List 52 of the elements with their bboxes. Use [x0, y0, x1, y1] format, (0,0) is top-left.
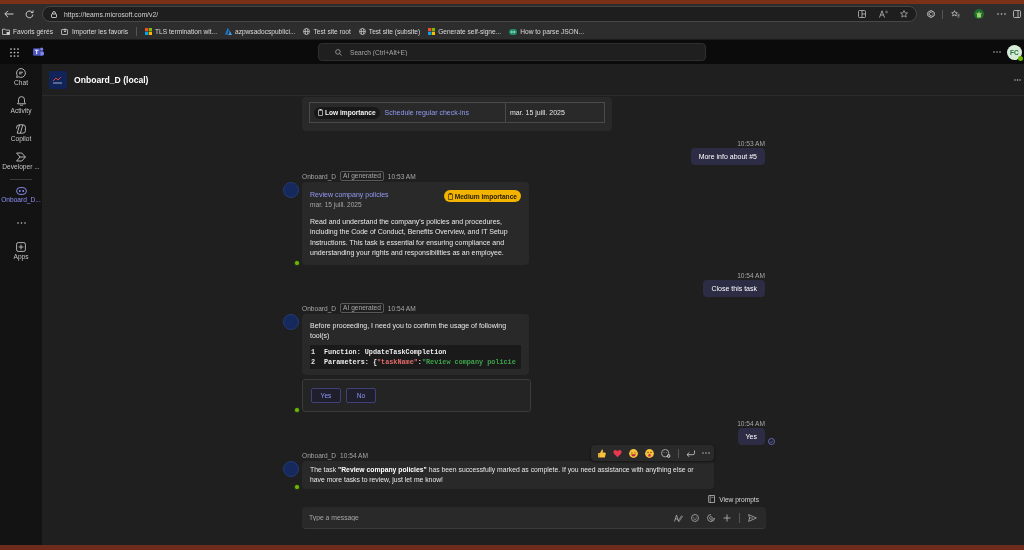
- bot-avatar: [282, 182, 299, 198]
- sticker-icon[interactable]: [707, 513, 715, 522]
- plus-icon[interactable]: [723, 513, 731, 522]
- send-icon[interactable]: [748, 513, 757, 522]
- profile-icon[interactable]: [974, 9, 984, 19]
- clipboard-icon: [318, 109, 323, 116]
- people-logo-icon[interactable]: [33, 47, 44, 57]
- favorites-icon[interactable]: [951, 10, 960, 18]
- folder-icon: [2, 28, 10, 35]
- book-icon: [708, 495, 716, 504]
- add-reaction-icon[interactable]: [661, 448, 671, 458]
- presence-dot-icon: [293, 484, 300, 491]
- plus-square-icon: [16, 242, 26, 252]
- swirl-icon: [16, 124, 26, 134]
- chat-title: Onboard_D (local): [74, 74, 150, 85]
- bot-face-icon: [15, 187, 27, 195]
- presence-dot-icon: [293, 407, 300, 414]
- emoji-icon[interactable]: [691, 513, 699, 522]
- eye-icon: [509, 28, 518, 35]
- chevron-icon: [16, 152, 26, 162]
- split-screen-icon[interactable]: [858, 10, 866, 18]
- star-icon[interactable]: [900, 10, 908, 18]
- surprised-face-icon[interactable]: [645, 448, 654, 458]
- app-grid-icon[interactable]: [10, 47, 19, 57]
- heart-icon[interactable]: [613, 448, 622, 458]
- import-icon: [60, 28, 69, 35]
- thumbs-up-icon[interactable]: [597, 448, 606, 458]
- app-logo-icon: [49, 70, 67, 89]
- presence-dot-icon: [293, 260, 300, 267]
- sidebar-icon[interactable]: [1013, 10, 1021, 18]
- laughing-face-icon[interactable]: [629, 448, 638, 458]
- globe-icon: [358, 28, 366, 35]
- read-aloud-icon[interactable]: [879, 10, 888, 18]
- bot-avatar: [282, 314, 299, 331]
- globe-icon: [303, 28, 311, 35]
- back-icon[interactable]: [4, 10, 14, 18]
- refresh-icon[interactable]: [25, 9, 34, 19]
- hexagon-icon[interactable]: [927, 10, 935, 18]
- more-icon[interactable]: [1014, 78, 1021, 81]
- clipboard-icon: [447, 192, 453, 200]
- format-icon[interactable]: [674, 513, 683, 522]
- lock-icon: [51, 10, 57, 18]
- four-squares-icon: [145, 28, 153, 35]
- more-icon[interactable]: [702, 452, 710, 455]
- bot-avatar: [282, 461, 299, 478]
- search-icon: [335, 48, 342, 56]
- triangle-logo-icon: [224, 28, 232, 35]
- chat-icon: [16, 68, 26, 78]
- presence-dot-icon: [1018, 55, 1023, 61]
- four-squares-icon: [428, 28, 436, 35]
- bell-icon: [16, 96, 26, 106]
- reply-icon[interactable]: [686, 449, 695, 457]
